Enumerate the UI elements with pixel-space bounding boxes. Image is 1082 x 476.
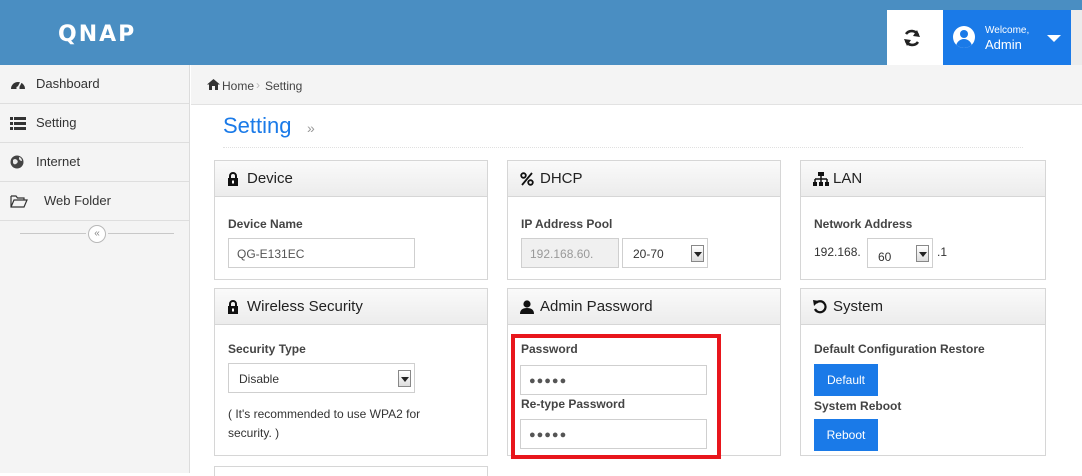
lan-suffix-text: .1 [937,245,948,259]
sidebar-item-internet[interactable]: Internet [0,143,189,182]
lock-icon [228,300,238,314]
reboot-button[interactable]: Reboot [814,419,878,451]
device-name-label: Device Name [228,217,303,231]
collapse-sidebar-button[interactable]: « [88,225,106,243]
breadcrumb-home-link[interactable]: Home [222,79,254,93]
system-panel: System Default Configuration Restore Def… [800,288,1046,456]
sidebar-item-label: Dashboard [36,76,100,91]
header-edge [1071,10,1082,65]
highlight-box [511,334,721,459]
refresh-icon [904,29,920,47]
caret-down-icon [1047,35,1061,42]
ip-range-value: 20-70 [633,247,664,261]
sidebar-item-setting[interactable]: Setting [0,104,189,143]
dashboard-icon [11,81,25,90]
panel-title: DHCP [540,170,583,187]
home-icon [207,79,220,90]
lan-panel: LAN Network Address 192.168. 60 .1 [800,160,1046,280]
panel-header: Admin Password [508,289,780,325]
sidebar-item-dashboard[interactable]: Dashboard [0,65,189,104]
next-panel-edge [214,466,488,476]
security-type-value: Disable [239,372,280,386]
lan-prefix-text: 192.168. [814,245,861,259]
list-icon [10,117,26,130]
security-type-select[interactable]: Disable [228,363,415,393]
username-text: Admin [985,37,1022,52]
panel-header: DHCP [508,161,780,197]
dropdown-arrow-icon [916,245,929,262]
panel-title: Wireless Security [247,298,363,315]
dhcp-panel: DHCP IP Address Pool 192.168.60. 20-70 [507,160,781,280]
security-note-line2: security. ) [228,426,280,440]
folder-open-icon [10,195,28,208]
network-address-label: Network Address [814,217,913,231]
restore-label: Default Configuration Restore [814,342,985,356]
qnap-logo[interactable]: QNAP [58,22,136,47]
security-note-line1: ( It's recommended to use WPA2 for [228,407,421,421]
welcome-text: Welcome, [985,25,1030,36]
refresh-button[interactable] [887,10,943,65]
reboot-label: System Reboot [814,399,902,413]
panel-title: Device [247,170,293,187]
sidebar-collapse-row: « [0,223,189,245]
panel-title: LAN [833,170,863,187]
default-button[interactable]: Default [814,364,878,396]
ip-pool-label: IP Address Pool [521,217,613,231]
dropdown-arrow-icon [398,370,411,387]
panel-header: Device [215,161,487,197]
lan-octet-select[interactable]: 60 [867,238,933,268]
ip-prefix-field: 192.168.60. [521,238,619,268]
user-icon [520,300,534,314]
sidebar-item-web-folder[interactable]: Web Folder [0,182,189,221]
sidebar-item-label: Web Folder [44,193,111,208]
reset-icon [813,300,827,314]
page-title: Setting [223,113,292,138]
device-name-input[interactable]: QG-E131EC [228,238,415,268]
panel-title: System [833,298,884,315]
ip-range-select[interactable]: 20-70 [622,238,708,268]
lan-octet-value: 60 [878,250,892,264]
panel-header: Wireless Security [215,289,487,325]
breadcrumb: Home › Setting [191,65,1082,105]
network-icon [813,172,829,186]
sidebar-item-label: Setting [36,115,77,130]
breadcrumb-separator: › [256,78,260,92]
user-icon [953,26,975,48]
percent-icon [520,172,534,186]
title-divider [223,147,1023,148]
wireless-security-panel: Wireless Security Security Type Disable … [214,288,488,456]
panel-title: Admin Password [540,298,653,315]
security-type-label: Security Type [228,342,306,356]
panel-header: System [801,289,1045,325]
user-menu[interactable]: Welcome, Admin [943,10,1071,65]
sidebar-item-label: Internet [36,154,81,169]
breadcrumb-current: Setting [265,79,303,93]
title-arrow-icon: » [307,120,315,136]
device-panel: Device Device Name QG-E131EC [214,160,488,280]
lock-icon [228,172,238,186]
dropdown-arrow-icon [691,245,704,262]
panel-header: LAN [801,161,1045,197]
sidebar: Dashboard Setting Internet Web Folder « [0,65,190,473]
globe-icon [10,155,24,169]
